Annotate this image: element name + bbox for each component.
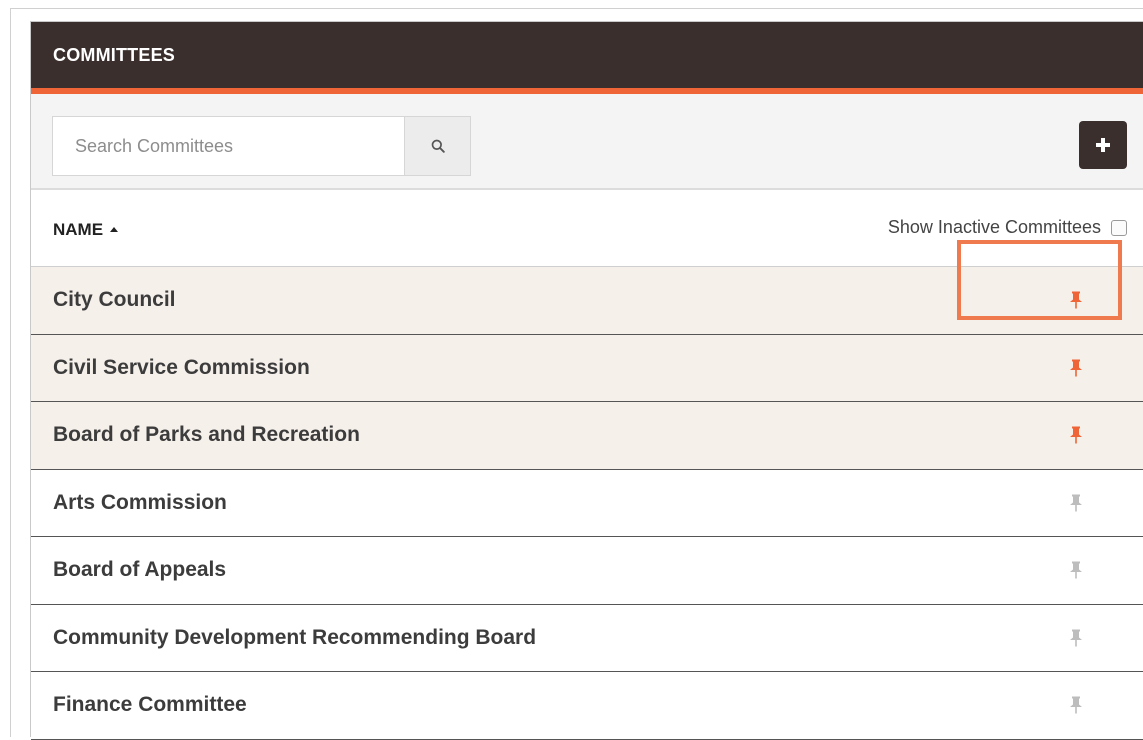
panel-header: COMMITTEES: [31, 22, 1143, 94]
search-box: [52, 116, 471, 176]
name-column-header[interactable]: NAME: [53, 220, 119, 240]
toolbar: [31, 94, 1143, 190]
search-button[interactable]: [404, 117, 470, 175]
committee-row[interactable]: City Council: [31, 267, 1143, 335]
committee-row[interactable]: Board of Appeals: [31, 537, 1143, 605]
committee-name[interactable]: City Council: [31, 288, 176, 312]
sort-ascending-icon: [110, 227, 119, 232]
pin-icon[interactable]: [1069, 629, 1083, 647]
plus-icon: [1096, 138, 1110, 152]
committee-row[interactable]: Community Development Recommending Board: [31, 605, 1143, 672]
committee-list: City Council Civil Service Commission Boar…: [31, 267, 1143, 740]
search-icon: [431, 139, 445, 153]
pin-icon[interactable]: [1069, 291, 1083, 309]
pin-icon[interactable]: [1069, 359, 1083, 377]
column-header-row: NAME Show Inactive Committees: [31, 190, 1143, 267]
committee-name[interactable]: Board of Appeals: [31, 558, 226, 582]
show-inactive-label: Show Inactive Committees: [887, 217, 1101, 237]
pin-icon[interactable]: [1069, 426, 1083, 444]
show-inactive-checkbox[interactable]: [1111, 219, 1127, 236]
name-column-label: NAME: [53, 220, 104, 239]
committee-name[interactable]: Civil Service Commission: [31, 356, 310, 380]
committee-name[interactable]: Finance Committee: [31, 693, 247, 717]
pin-icon[interactable]: [1069, 561, 1083, 579]
committee-row[interactable]: Board of Parks and Recreation: [31, 402, 1143, 470]
committee-row[interactable]: Finance Committee: [31, 672, 1143, 740]
committee-row[interactable]: Arts Commission: [31, 470, 1143, 537]
committee-name[interactable]: Arts Commission: [31, 491, 227, 515]
search-input[interactable]: [53, 117, 404, 175]
pin-icon[interactable]: [1069, 494, 1083, 512]
committee-row[interactable]: Civil Service Commission: [31, 334, 1143, 402]
committee-name[interactable]: Community Development Recommending Board: [31, 626, 536, 650]
show-inactive-filter: Show Inactive Committees: [888, 217, 1127, 238]
add-committee-button[interactable]: [1079, 121, 1127, 169]
panel-title: COMMITTEES: [53, 44, 175, 65]
committees-panel: COMMITTEES NAME Show In: [30, 21, 1143, 740]
committee-name[interactable]: Board of Parks and Recreation: [31, 423, 360, 447]
pin-icon[interactable]: [1069, 696, 1083, 714]
